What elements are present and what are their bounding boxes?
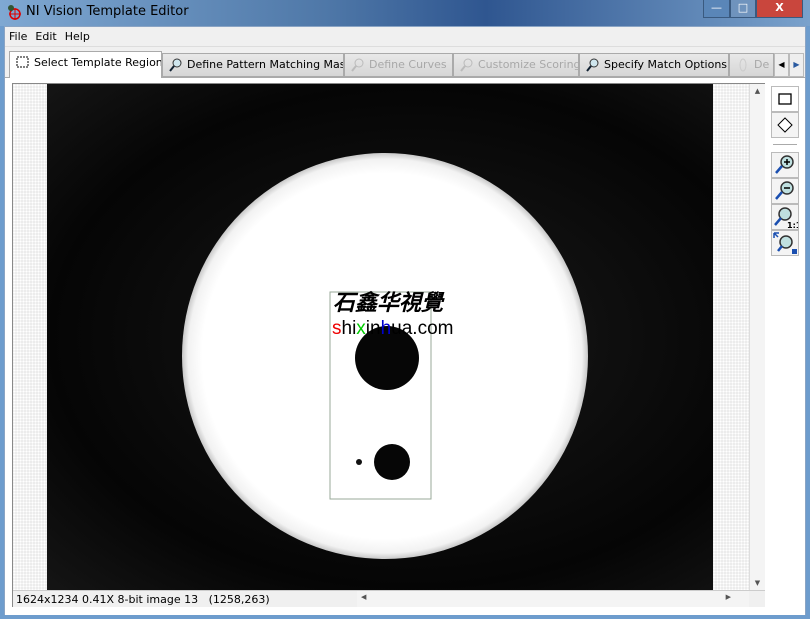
tab-label: Customize Scoring: [478, 58, 579, 71]
watermark: 石鑫华視覺 shixinhua.com: [332, 290, 453, 339]
dashed-selection-icon: [16, 56, 29, 68]
menu-help[interactable]: Help: [61, 27, 94, 43]
viewer-margin-right: [713, 84, 749, 590]
dot: [356, 459, 362, 465]
tab-scroll-left[interactable]: ◀: [774, 53, 789, 77]
image-display[interactable]: 石鑫华視覺 shixinhua.com: [47, 84, 713, 590]
zoom-ratio-label: 1:1: [787, 221, 798, 229]
rectangle-tool-button[interactable]: [771, 86, 799, 112]
scroll-up-arrow[interactable]: ▲: [750, 87, 765, 95]
tab-label: Define Pattern Matching Mask: [187, 58, 344, 71]
zoom-out-icon: [775, 181, 794, 200]
diamond-icon: [777, 117, 793, 133]
app-icon: [8, 5, 21, 20]
content-panel: 石鑫华視覺 shixinhua.com ▲ ▼ 1624x1234 0.41X …: [5, 77, 805, 615]
zoom-fit-icon: [773, 232, 797, 254]
image-viewer: 石鑫华視覺 shixinhua.com ▲ ▼ 1624x1234 0.41X …: [12, 83, 765, 607]
tab-bar: Select Template Region Define Pattern Ma…: [5, 51, 805, 78]
zoom-in-icon: [775, 155, 794, 174]
tab-label: De: [754, 58, 770, 71]
window-title: NI Vision Template Editor: [26, 4, 189, 19]
tab-specify-match-options[interactable]: Specify Match Options: [579, 53, 729, 77]
horizontal-scrollbar[interactable]: ◀ ▶: [357, 591, 749, 607]
scroll-left-arrow[interactable]: ◀: [361, 593, 366, 601]
main-window: File Edit Help Select Template Region Defi…: [4, 26, 806, 615]
zoom-actual-icon: 1:1: [774, 207, 802, 230]
close-button[interactable]: X: [756, 0, 803, 18]
small-hole: [374, 444, 410, 480]
zoom-out-button[interactable]: [771, 178, 799, 204]
zoom-in-button[interactable]: [771, 152, 799, 178]
image-canvas: 石鑫华視覺 shixinhua.com: [182, 153, 588, 559]
scroll-down-arrow[interactable]: ▼: [750, 579, 765, 587]
scroll-right-arrow[interactable]: ▶: [726, 593, 731, 601]
status-bar: 1624x1234 0.41X 8-bit image 13 (1258,263…: [13, 590, 765, 607]
zoom-fit-button[interactable]: [771, 230, 799, 256]
menu-edit[interactable]: Edit: [31, 27, 60, 43]
tab-label: Select Template Region: [34, 56, 162, 69]
tab-define-pattern-matching-mask[interactable]: Define Pattern Matching Mask: [162, 53, 344, 77]
tab-define-curves[interactable]: Define Curves: [344, 53, 453, 77]
toolbar-divider: [773, 144, 797, 145]
vertical-scrollbar[interactable]: ▲ ▼: [749, 84, 765, 590]
image-info: 1624x1234 0.41X 8-bit image 13: [16, 593, 199, 606]
maximize-button[interactable]: □: [730, 0, 756, 18]
magnifier-icon: [351, 58, 364, 72]
zoom-1-1-button[interactable]: 1:1: [771, 204, 802, 230]
magnifier-icon: [586, 58, 599, 72]
menu-file[interactable]: File: [5, 27, 31, 43]
tab-label: Define Curves: [369, 58, 447, 71]
magnifier-icon: [169, 58, 182, 72]
minimize-button[interactable]: —: [703, 0, 730, 18]
title-bar: NI Vision Template Editor — □ X: [0, 0, 810, 26]
menu-bar: File Edit Help: [5, 27, 805, 47]
cursor-coords: (1258,263): [208, 593, 270, 606]
watermark-url: shixinhua.com: [332, 318, 453, 339]
tab-select-template-region[interactable]: Select Template Region: [9, 51, 162, 78]
watermark-cn: 石鑫华視覺: [333, 290, 445, 316]
tab-customize-scoring[interactable]: Customize Scoring: [453, 53, 579, 77]
rotated-rectangle-tool-button[interactable]: [771, 112, 799, 138]
rectangle-icon: [778, 93, 792, 105]
magnifier-icon: [460, 58, 473, 72]
tab-scroll-right[interactable]: ▶: [789, 53, 804, 77]
viewer-margin-left: [13, 84, 47, 590]
status-info: 1624x1234 0.41X 8-bit image 13 (1258,263…: [16, 593, 270, 606]
tab-label: Specify Match Options: [604, 58, 728, 71]
tab-de[interactable]: De: [729, 53, 774, 77]
hand-icon: [739, 58, 747, 72]
